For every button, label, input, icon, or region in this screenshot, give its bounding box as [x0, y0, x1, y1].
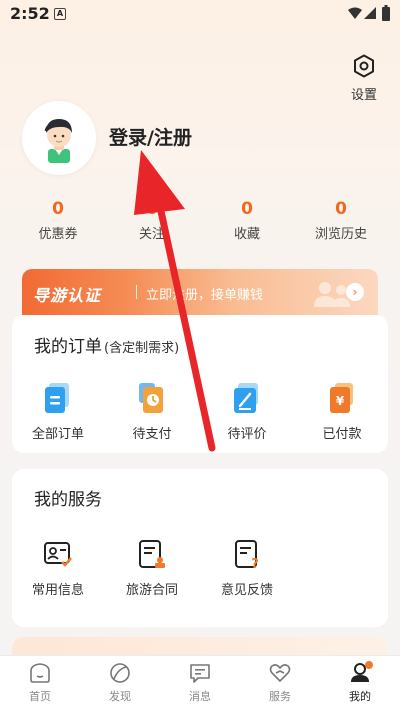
pending-review-icon [234, 383, 258, 413]
svg-text:?: ? [251, 557, 259, 571]
profile-badge-dot [365, 661, 373, 669]
stat-favorites[interactable]: 0 收藏 [202, 199, 292, 242]
stat-label: 收藏 [233, 227, 260, 242]
home-icon [30, 663, 50, 683]
avatar[interactable] [22, 101, 96, 175]
travel-contract-label: 旅游合同 [125, 583, 178, 598]
stat-value: 0 [335, 199, 347, 219]
settings-button[interactable]: 设置 [348, 54, 380, 103]
my-orders-card: 我的订单 (含定制需求) 全部订单 待支付 待评价 ¥ 已付款 [12, 315, 388, 453]
banner-title: 导游认证 [33, 286, 102, 305]
tab-services[interactable]: 服务 [245, 661, 315, 704]
tab-services-label: 服务 [269, 690, 291, 703]
notification-a-icon: A [54, 8, 66, 20]
login-register-link[interactable]: 登录/注册 [109, 123, 192, 150]
paid-label: 已付款 [322, 427, 362, 442]
all-orders-label: 全部订单 [31, 427, 84, 442]
tab-home[interactable]: 首页 [5, 661, 75, 704]
orders-title-sub: (含定制需求) [104, 341, 180, 356]
settings-hexagon-icon [354, 54, 374, 78]
banner-subtitle: 立即注册，接单赚钱 [146, 288, 264, 303]
tab-messages-label: 消息 [189, 690, 211, 703]
tab-profile[interactable]: 我的 [325, 661, 395, 704]
next-card-peek [12, 637, 388, 657]
status-time: 2:52 [10, 4, 50, 23]
feedback-button[interactable]: ? 意见反馈 [207, 537, 287, 598]
stat-value: 0 [146, 199, 158, 219]
pending-payment-label: 待支付 [132, 427, 172, 442]
contact-info-button[interactable]: 常用信息 [18, 537, 98, 598]
tab-discover[interactable]: 发现 [85, 661, 155, 704]
svg-text:¥: ¥ [336, 394, 345, 408]
battery-icon [382, 5, 390, 21]
paid-button[interactable]: ¥ 已付款 [302, 381, 382, 442]
banner-divider [136, 285, 137, 299]
stat-label: 浏览历史 [314, 227, 367, 242]
stat-label: 优惠券 [38, 227, 78, 242]
stat-value: 0 [241, 199, 253, 219]
stat-history[interactable]: 0 浏览历史 [296, 199, 386, 242]
travel-contract-icon [139, 540, 165, 568]
feedback-icon: ? [235, 540, 259, 571]
service-icon [269, 664, 291, 683]
orders-title[interactable]: 我的订单 (含定制需求) [34, 332, 179, 357]
chevron-right-icon[interactable]: › [346, 283, 364, 301]
all-orders-icon [45, 383, 69, 413]
orders-title-text: 我的订单 [34, 337, 102, 357]
travel-contract-button[interactable]: 旅游合同 [112, 537, 192, 598]
signal-icon [364, 7, 376, 19]
all-orders-button[interactable]: 全部订单 [18, 381, 98, 442]
default-avatar-illustration [44, 119, 72, 163]
my-services-card: 我的服务 常用信息 旅游合同 ? 意见反馈 [12, 469, 388, 627]
services-title: 我的服务 [34, 490, 102, 510]
tab-home-label: 首页 [29, 690, 51, 703]
wifi-icon [348, 7, 362, 19]
paid-icon: ¥ [330, 383, 353, 413]
guide-certification-banner[interactable]: 导游认证 立即注册，接单赚钱 › [22, 269, 378, 315]
pending-payment-icon [139, 383, 163, 413]
tab-messages[interactable]: 消息 [165, 661, 235, 704]
stats-row: 0 优惠券 0 关注 0 收藏 0 浏览历史 [0, 199, 400, 247]
settings-label: 设置 [350, 88, 377, 103]
contact-info-icon [44, 542, 72, 567]
tab-discover-label: 发现 [109, 690, 131, 703]
stat-value: 0 [52, 199, 64, 219]
pending-review-button[interactable]: 待评价 [207, 381, 287, 442]
contact-info-label: 常用信息 [31, 583, 84, 598]
discover-icon [110, 663, 130, 683]
tab-profile-label: 我的 [349, 690, 371, 703]
feedback-label: 意见反馈 [220, 583, 273, 598]
stat-following[interactable]: 0 关注 [107, 199, 197, 242]
pending-payment-button[interactable]: 待支付 [112, 381, 192, 442]
stat-label: 关注 [138, 227, 165, 242]
message-icon [190, 664, 210, 683]
status-bar: 2:52 A [0, 0, 400, 28]
pending-review-label: 待评价 [227, 427, 267, 442]
stat-coupons[interactable]: 0 优惠券 [13, 199, 103, 242]
bottom-tab-bar: 首页 发现 消息 服务 我的 [0, 655, 400, 712]
